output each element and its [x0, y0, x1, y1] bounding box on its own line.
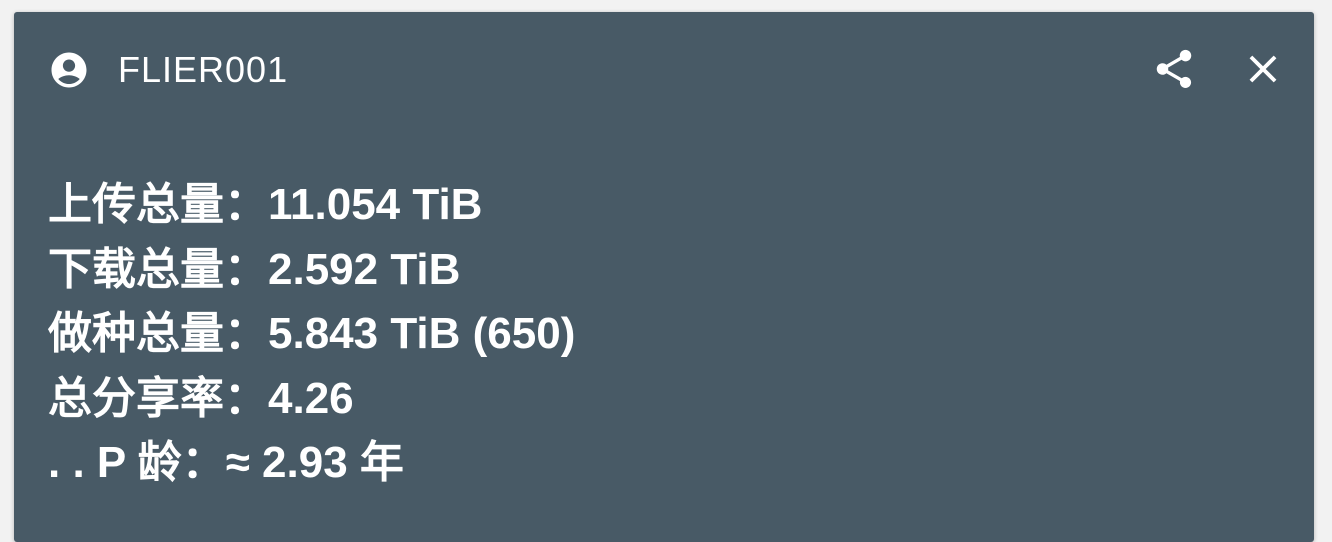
stat-value: 11.054 TiB: [268, 180, 483, 229]
close-icon: [1249, 55, 1277, 83]
stat-label: 总分享率：: [48, 373, 268, 423]
card-header: FLIER001: [14, 12, 1314, 124]
stat-value: ≈ 2.93 年: [225, 438, 404, 487]
stat-account-age: . . P 龄：≈ 2.93 年: [48, 436, 575, 501]
stat-label: 下载总量：: [48, 244, 268, 294]
share-icon: [1156, 49, 1192, 89]
stat-value: 4.26: [268, 373, 354, 423]
share-button[interactable]: [1151, 46, 1197, 92]
stat-value: 5.843 TiB (650): [268, 309, 576, 358]
account-circle-icon: [51, 52, 87, 88]
stat-download-total: 下载总量：2.592 TiB: [48, 243, 575, 308]
stat-seeding-total: 做种总量：5.843 TiB (650): [48, 307, 575, 372]
card-title: FLIER001: [118, 49, 289, 90]
stat-label: 上传总量：: [48, 180, 268, 229]
close-button[interactable]: [1240, 46, 1286, 92]
stat-value: 2.592 TiB: [268, 244, 461, 294]
stat-label: 做种总量：: [48, 309, 268, 358]
stats-list: 上传总量：11.054 TiB 下载总量：2.592 TiB 做种总量：5.84…: [48, 178, 575, 501]
user-stats-card: FLIER001 上传总量：11.054 TiB 下载总量：2.592 TiB …: [14, 12, 1314, 542]
stat-label: . . P 龄：: [48, 438, 226, 487]
stat-upload-total: 上传总量：11.054 TiB: [48, 178, 575, 243]
stat-share-ratio: 总分享率：4.26: [48, 372, 575, 437]
